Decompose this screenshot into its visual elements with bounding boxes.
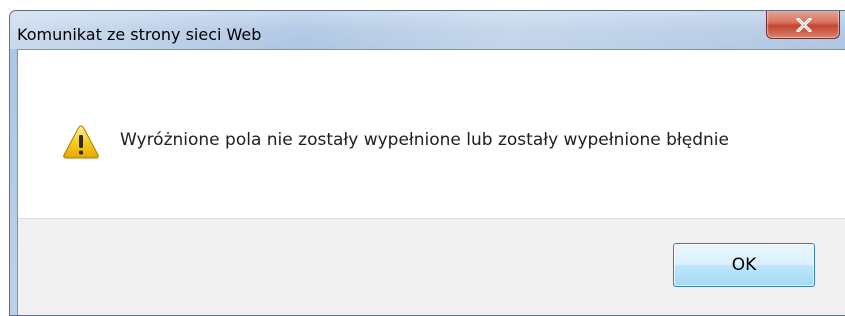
close-icon [796, 18, 812, 32]
message-text: Wyróżnione pola nie zostały wypełnione l… [120, 130, 729, 150]
warning-icon [63, 125, 99, 159]
button-bar: OK [18, 218, 845, 315]
message-area: Wyróżnione pola nie zostały wypełnione l… [18, 50, 845, 218]
close-button[interactable] [766, 11, 840, 39]
title-bar[interactable]: Komunikat ze strony sieci Web [10, 11, 845, 49]
dialog-title: Komunikat ze strony sieci Web [17, 25, 262, 44]
dialog-client-area: Wyróżnione pola nie zostały wypełnione l… [17, 49, 845, 315]
dialog-window: Komunikat ze strony sieci Web Wyróżnione… [9, 10, 845, 316]
ok-button[interactable]: OK [673, 243, 815, 287]
